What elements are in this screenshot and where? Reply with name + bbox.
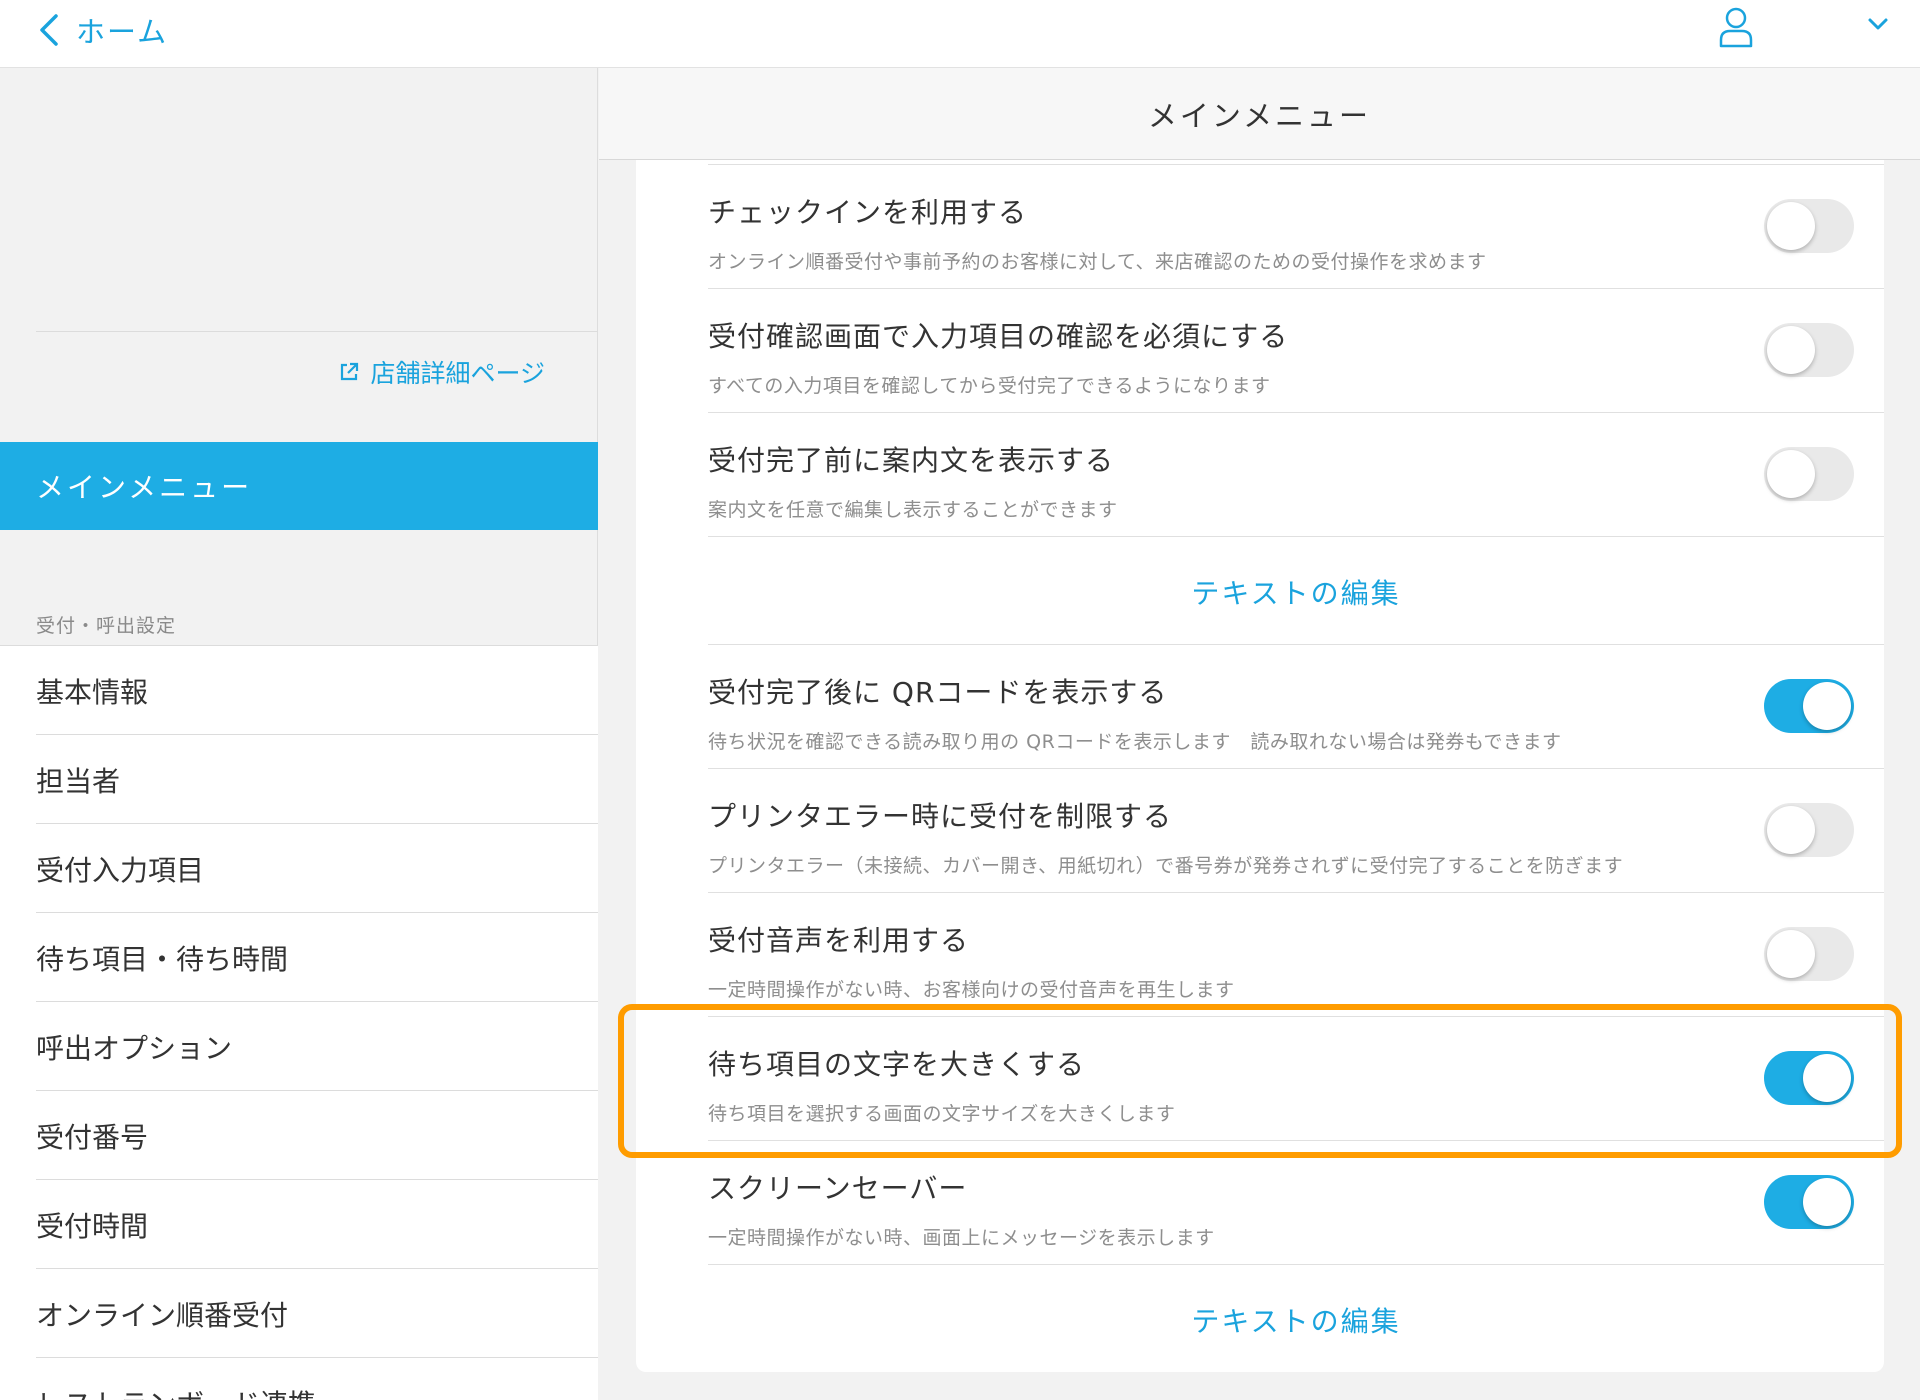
setting-description: 案内文を任意で編集し表示することができます (708, 499, 1118, 521)
toggle-knob (1767, 930, 1815, 978)
toggle-knob (1767, 326, 1815, 374)
sidebar-divider (36, 331, 598, 332)
setting-title: チェックインを利用する (708, 196, 1028, 229)
toggle-knob (1767, 202, 1815, 250)
user-icon[interactable] (1718, 6, 1754, 48)
setting-row-printer-error: プリンタエラー時に受付を制限する プリンタエラー（未接続、カバー開き、用紙切れ）… (708, 769, 1884, 893)
section-label: 受付・呼出設定 (36, 615, 177, 637)
sidebar-item-wait-items[interactable]: 待ち項目・待ち時間 (0, 913, 598, 1002)
setting-row-large-text: 待ち項目の文字を大きくする 待ち項目を選択する画面の文字サイズを大きくします (708, 1017, 1884, 1141)
sidebar: 店舗詳細ページ メインメニュー 受付・呼出設定 基本情報 担当者 受付入力項目 … (0, 68, 598, 1400)
screensaver-toggle[interactable] (1764, 1175, 1854, 1229)
setting-row-voice: 受付音声を利用する 一定時間操作がない時、お客様向けの受付音声を再生します (708, 893, 1884, 1017)
toggle-knob (1767, 806, 1815, 854)
sidebar-list: 基本情報 担当者 受付入力項目 待ち項目・待ち時間 呼出オプション 受付番号 受… (0, 645, 598, 1400)
back-label: ホーム (76, 15, 169, 49)
sidebar-item-reception-hours[interactable]: 受付時間 (0, 1180, 598, 1269)
setting-title: 受付確認画面で入力項目の確認を必須にする (708, 320, 1289, 353)
setting-row-checkin: チェックインを利用する オンライン順番受付や事前予約のお客様に対して、来店確認の… (708, 165, 1884, 289)
top-bar: ホーム (0, 0, 1920, 68)
setting-row-qr-code: 受付完了後に QRコードを表示する 待ち状況を確認できる読み取り用の QRコード… (708, 645, 1884, 769)
toggle-knob (1803, 682, 1851, 730)
store-detail-label: 店舗詳細ページ (370, 359, 545, 388)
chevron-down-icon[interactable] (1866, 16, 1890, 32)
back-button[interactable]: ホーム (36, 6, 168, 54)
setting-title: 受付音声を利用する (708, 924, 970, 957)
setting-title: プリンタエラー時に受付を制限する (708, 800, 1173, 833)
chevron-left-icon (40, 14, 58, 46)
setting-title: 受付完了後に QRコードを表示する (708, 676, 1168, 709)
sidebar-item-basic-info[interactable]: 基本情報 (0, 646, 598, 735)
store-detail-link[interactable]: 店舗詳細ページ (338, 354, 545, 390)
sidebar-item-staff[interactable]: 担当者 (0, 735, 598, 824)
setting-row-confirm-required: 受付確認画面で入力項目の確認を必須にする すべての入力項目を確認してから受付完了… (708, 289, 1884, 413)
printer-error-toggle[interactable] (1764, 803, 1854, 857)
setting-description: 一定時間操作がない時、画面上にメッセージを表示します (708, 1227, 1215, 1249)
voice-toggle[interactable] (1764, 927, 1854, 981)
guide-text-toggle[interactable] (1764, 447, 1854, 501)
setting-row-screensaver: スクリーンセーバー 一定時間操作がない時、画面上にメッセージを表示します (708, 1141, 1884, 1265)
toggle-knob (1803, 1178, 1851, 1226)
setting-title: スクリーンセーバー (708, 1172, 968, 1205)
settings-card: チェックインを利用する オンライン順番受付や事前予約のお客様に対して、来店確認の… (636, 160, 1884, 1372)
checkin-toggle[interactable] (1764, 199, 1854, 253)
edit-text-link[interactable]: テキストの編集 (708, 1300, 1884, 1340)
main-header: メインメニュー (599, 68, 1920, 160)
sidebar-item-ticket-number[interactable]: 受付番号 (0, 1091, 598, 1180)
sidebar-item-call-options[interactable]: 呼出オプション (0, 1002, 598, 1091)
setting-description: 一定時間操作がない時、お客様向けの受付音声を再生します (708, 979, 1235, 1001)
edit-text-link[interactable]: テキストの編集 (708, 572, 1884, 612)
setting-description: オンライン順番受付や事前予約のお客様に対して、来店確認のための受付操作を求めます (708, 251, 1487, 273)
setting-description: 待ち項目を選択する画面の文字サイズを大きくします (708, 1103, 1176, 1125)
setting-row-guide-text: 受付完了前に案内文を表示する 案内文を任意で編集し表示することができます (708, 413, 1884, 537)
sidebar-item-input-fields[interactable]: 受付入力項目 (0, 824, 598, 913)
toggle-knob (1767, 450, 1815, 498)
large-text-toggle[interactable] (1764, 1051, 1854, 1105)
external-link-icon (341, 362, 359, 381)
confirm-required-toggle[interactable] (1764, 323, 1854, 377)
sidebar-item-online-queue[interactable]: オンライン順番受付 (0, 1269, 598, 1358)
setting-description: すべての入力項目を確認してから受付完了できるようになります (708, 375, 1271, 397)
setting-description: プリンタエラー（未接続、カバー開き、用紙切れ）で番号券が発券されずに受付完了する… (708, 855, 1624, 877)
page-title: メインメニュー (1147, 98, 1372, 133)
toggle-knob (1803, 1054, 1851, 1102)
setting-title: 受付完了前に案内文を表示する (708, 444, 1115, 477)
setting-description: 待ち状況を確認できる読み取り用の QRコードを表示します 読み取れない場合は発券… (708, 731, 1562, 753)
sidebar-item-main-menu[interactable]: メインメニュー (0, 442, 598, 530)
qr-code-toggle[interactable] (1764, 679, 1854, 733)
sidebar-item-restaurant-board[interactable]: レストランボード連携 (0, 1358, 598, 1400)
setting-title: 待ち項目の文字を大きくする (708, 1048, 1086, 1081)
